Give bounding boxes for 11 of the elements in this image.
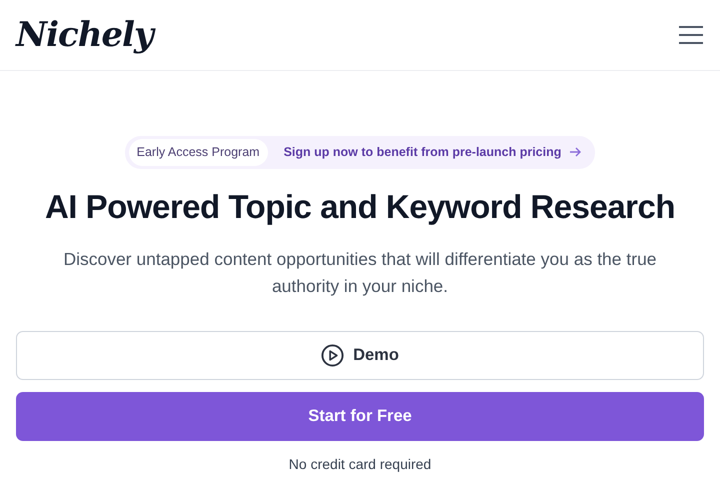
arrow-icon <box>569 147 582 158</box>
subheading: Discover untapped content opportunities that will differentiate you as the true authority in your niche. <box>62 248 658 298</box>
logo[interactable]: Nichely <box>16 10 153 60</box>
start-button[interactable]: Start for Free <box>16 392 704 442</box>
note-text: No credit card required <box>288 455 432 474</box>
menu-icon[interactable] <box>678 25 704 45</box>
demo-button[interactable]: Demo <box>16 331 704 380</box>
page-heading: AI Powered Topic and Keyword Research <box>44 186 676 226</box>
play-icon <box>321 344 344 368</box>
announcement-link[interactable]: Sign up now to benefit from pre-launch pricing <box>284 143 562 162</box>
announcement-badge: Early Access Program <box>128 139 268 166</box>
